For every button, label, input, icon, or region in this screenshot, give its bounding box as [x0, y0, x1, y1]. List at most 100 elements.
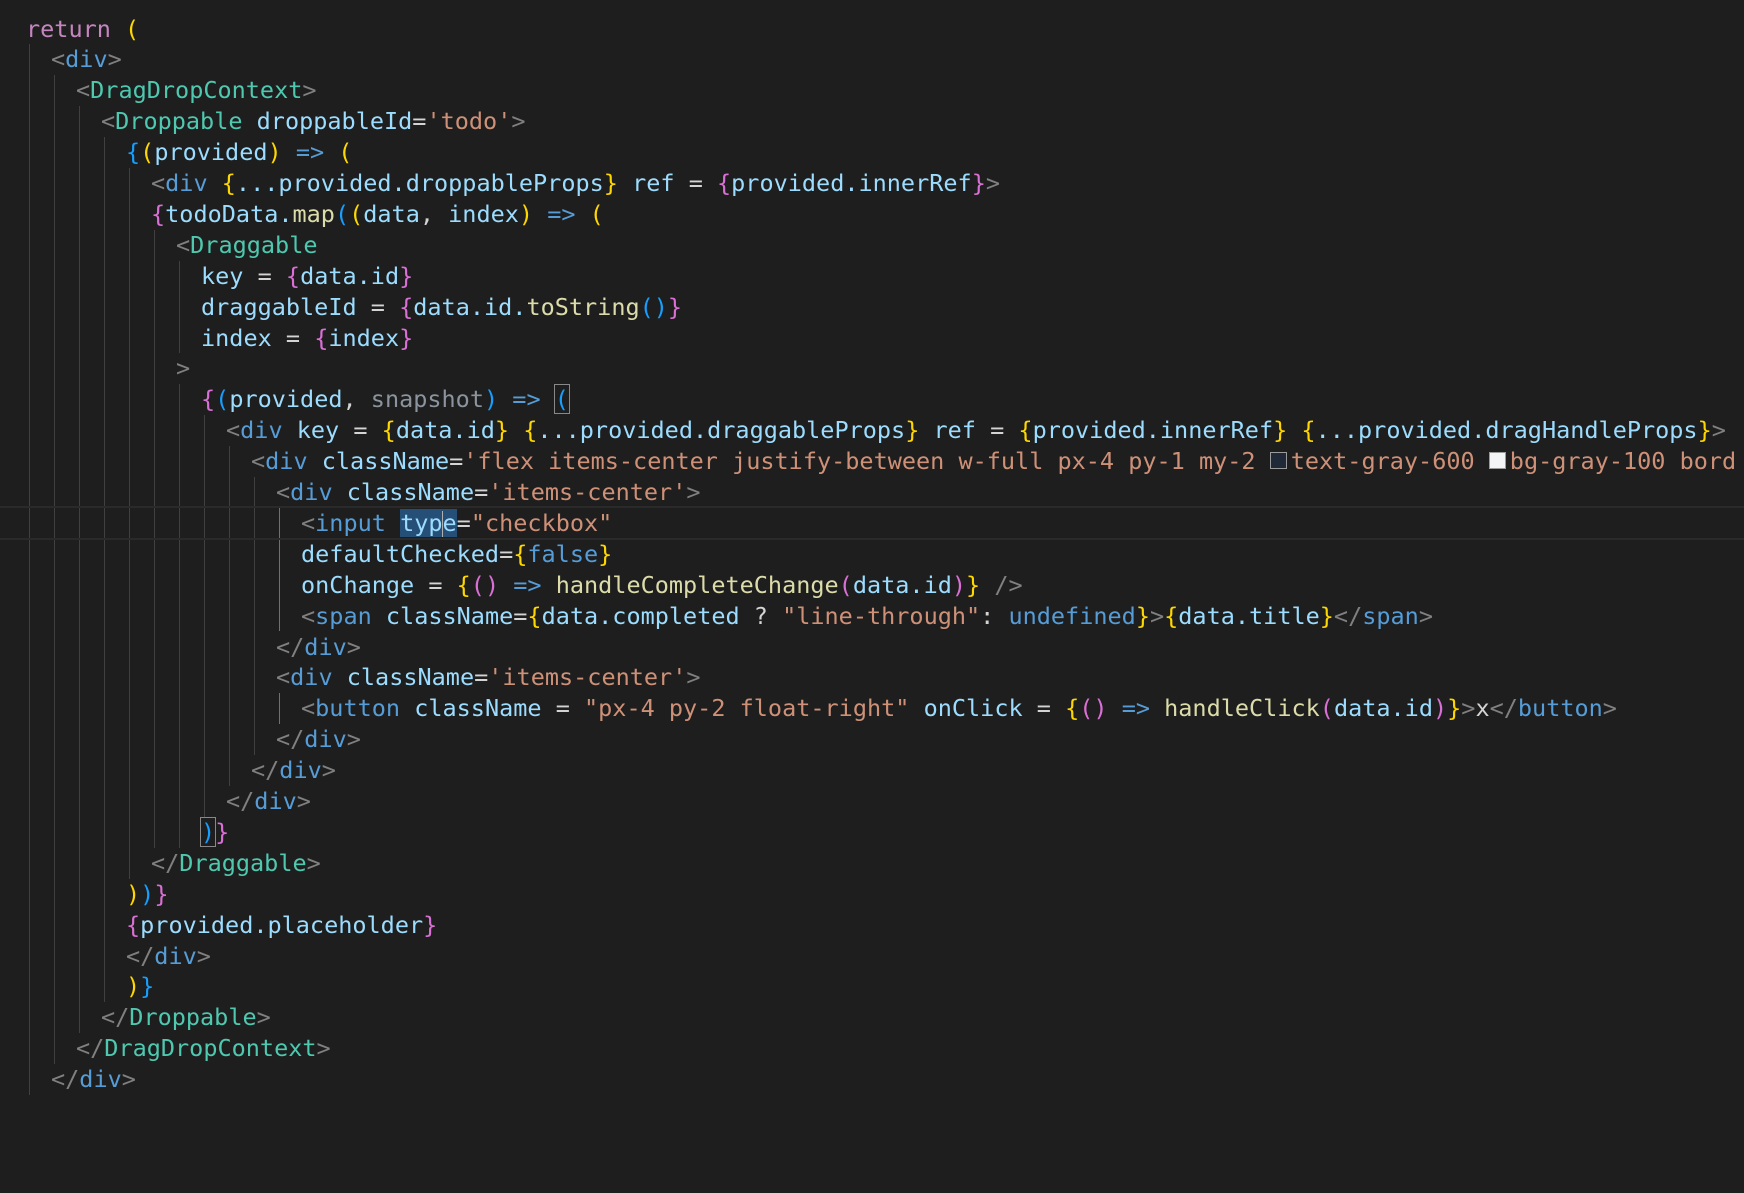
code-token: ) — [126, 972, 141, 1001]
code-token: = — [271, 323, 315, 352]
code-token: } — [971, 169, 986, 197]
code-line[interactable]: defaultChecked={false} — [0, 537, 1744, 571]
selected-token: e — [442, 508, 457, 537]
code-line[interactable]: index = {index} — [0, 321, 1744, 355]
code-line[interactable]: )} — [0, 815, 1744, 849]
code-line[interactable]: <span className={data.completed ? "line-… — [0, 599, 1744, 633]
code-token: ...provided.droppableProps — [235, 169, 604, 197]
code-line[interactable]: <input type="checkbox" — [0, 505, 1744, 540]
code-line[interactable]: <Droppable droppableId='todo'> — [0, 104, 1744, 138]
code-token: provided.innerRef — [1032, 416, 1274, 445]
code-token: = — [414, 570, 457, 599]
code-token: } — [140, 972, 155, 1001]
code-token: < — [251, 447, 266, 476]
code-token: } — [494, 416, 510, 445]
code-line[interactable]: return ( — [0, 12, 1744, 46]
code-token: className — [321, 447, 450, 476]
code-token: < — [101, 107, 116, 136]
code-line[interactable]: )} — [0, 969, 1744, 1003]
code-token: } — [1135, 601, 1150, 630]
code-line[interactable]: {(provided, snapshot) => ( — [0, 382, 1744, 416]
color-swatch[interactable] — [1488, 452, 1506, 470]
code-token: ) — [267, 138, 282, 167]
code-line[interactable]: </div> — [0, 630, 1744, 664]
color-swatch[interactable] — [1269, 452, 1287, 470]
code-token: toString — [526, 292, 640, 321]
code-token: < — [51, 45, 66, 74]
code-token: ? — [739, 601, 783, 630]
code-token: Draggable — [179, 848, 307, 877]
code-token: ref — [933, 416, 976, 445]
code-token: todoData. — [165, 199, 293, 228]
code-token: ( — [140, 138, 155, 167]
code-line[interactable]: </div> — [0, 939, 1744, 973]
code-line[interactable]: <div key = {data.id} {...provided.dragga… — [0, 413, 1744, 447]
code-token: } — [154, 879, 169, 908]
code-token: , — [419, 199, 449, 228]
code-line[interactable]: onChange = {() => handleCompleteChange(d… — [0, 568, 1744, 602]
code-token: Droppable — [129, 1003, 257, 1032]
code-token: 'todo' — [426, 107, 512, 136]
code-line[interactable]: <Draggable — [0, 228, 1744, 262]
code-line[interactable]: {(provided) => ( — [0, 135, 1744, 169]
code-line[interactable]: > — [0, 351, 1744, 385]
code-line[interactable]: ))} — [0, 877, 1744, 911]
code-line[interactable]: <DragDropContext> — [0, 73, 1744, 107]
code-token: </ — [126, 941, 155, 970]
code-line[interactable]: <div {...provided.droppableProps} ref = … — [0, 166, 1744, 200]
code-line[interactable]: </div> — [0, 784, 1744, 818]
code-token: > — [1149, 601, 1165, 630]
code-line[interactable]: draggableId = {data.id.toString()} — [0, 290, 1744, 324]
code-line[interactable]: {provided.placeholder} — [0, 908, 1744, 942]
code-token: snapshot — [370, 385, 484, 414]
code-token: ) — [126, 879, 141, 908]
code-token: data.id — [1333, 694, 1433, 723]
code-token: text-gray-600 — [1290, 447, 1489, 476]
code-token: div — [279, 756, 322, 785]
code-line[interactable]: </Droppable> — [0, 1000, 1744, 1034]
code-line[interactable]: </DragDropContext> — [0, 1031, 1744, 1065]
code-line[interactable]: </div> — [0, 722, 1744, 756]
code-token: div — [304, 725, 347, 754]
code-token: ) — [140, 879, 155, 908]
code-token: { — [717, 169, 732, 197]
code-line[interactable]: {todoData.map((data, index) => ( — [0, 197, 1744, 231]
code-token: { — [1065, 694, 1080, 723]
code-token: x — [1475, 694, 1490, 723]
code-line[interactable]: <div className='items-center'> — [0, 660, 1744, 694]
code-token: = — [541, 694, 584, 723]
code-token: undefined — [1008, 601, 1136, 630]
code-token: div — [165, 169, 208, 197]
code-token: 'flex items-center justify-between w-ful… — [463, 447, 1270, 476]
code-editor[interactable]: return (<div> <DragDropContext> <Droppable… — [0, 0, 1744, 1193]
code-line[interactable]: </Draggable> — [0, 846, 1744, 880]
code-token: > — [121, 1065, 136, 1094]
code-line[interactable]: <div className='items-center'> — [0, 475, 1744, 509]
code-line[interactable]: <div> — [0, 42, 1744, 76]
code-token: > — [985, 169, 1000, 197]
code-line[interactable]: <button className = "px-4 py-2 float-rig… — [0, 691, 1744, 725]
code-token: < — [176, 230, 191, 259]
code-line[interactable]: </div> — [0, 1062, 1744, 1096]
code-token: { — [285, 261, 301, 290]
code-token: 'items-center' — [488, 663, 687, 692]
code-token: > — [1418, 601, 1433, 630]
code-token: onClick — [923, 694, 1023, 723]
code-token: = — [513, 601, 528, 630]
code-token: </ — [251, 756, 280, 785]
code-line[interactable]: <div className='flex items-center justif… — [0, 444, 1744, 478]
code-token: = — [499, 539, 514, 568]
code-token: } — [1697, 416, 1712, 445]
code-line[interactable]: </div> — [0, 753, 1744, 787]
code-token: => — [513, 570, 542, 599]
code-token: < — [276, 663, 291, 692]
code-line[interactable]: key = {data.id} — [0, 259, 1744, 293]
